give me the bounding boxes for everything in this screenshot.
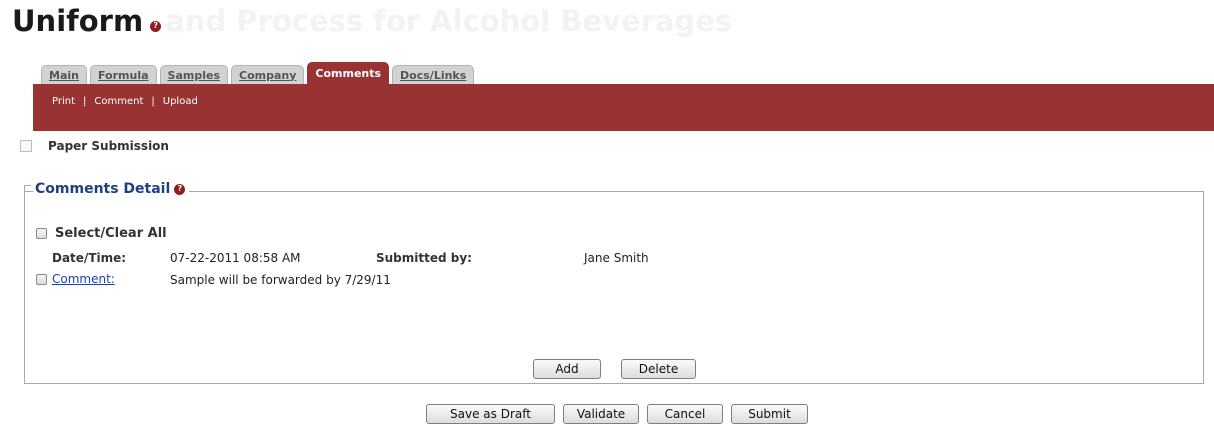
comment-row-checkbox[interactable] [36, 274, 47, 285]
validate-button[interactable]: Validate [563, 404, 639, 424]
delete-button[interactable]: Delete [621, 359, 696, 379]
tab-formula[interactable]: Formula [89, 65, 157, 84]
tab-bar: Main Formula Samples Company Comments Do… [41, 62, 477, 84]
select-all-checkbox[interactable] [36, 228, 47, 239]
paper-submission: Paper Submission [20, 139, 169, 153]
tab-company[interactable]: Company [231, 65, 305, 84]
print-link[interactable]: Print [52, 96, 75, 107]
comment-text: Sample will be forwarded by 7/29/11 [170, 273, 391, 287]
help-icon[interactable]: ? [174, 183, 186, 195]
subnav-bar: Print | Comment | Upload [33, 84, 1214, 131]
comments-detail-legend: Comments Detail ? [33, 181, 190, 197]
submit-button[interactable]: Submit [731, 404, 808, 424]
page-title-faded-text: and Process for Alcohol Beverages [165, 4, 733, 38]
tab-main[interactable]: Main [41, 65, 87, 84]
paper-submission-checkbox[interactable] [20, 140, 32, 152]
tab-samples[interactable]: Samples [159, 65, 228, 84]
page-title: Uniform ? and Process for Alcohol Bevera… [12, 4, 732, 38]
tab-docs-links[interactable]: Docs/Links [392, 65, 475, 84]
submitted-by-label: Submitted by: [376, 251, 472, 265]
submitted-by-value: Jane Smith [584, 251, 649, 265]
date-time-label: Date/Time: [52, 251, 127, 265]
help-icon[interactable]: ? [150, 20, 162, 32]
select-all: Select/Clear All [36, 226, 167, 241]
comments-detail-title: Comments Detail [35, 181, 171, 197]
paper-submission-label: Paper Submission [48, 139, 169, 153]
add-button[interactable]: Add [533, 359, 601, 379]
cancel-button[interactable]: Cancel [647, 404, 723, 424]
save-draft-button[interactable]: Save as Draft [426, 404, 555, 424]
subnav-separator: | [83, 96, 87, 107]
subnav-links: Print | Comment | Upload [52, 96, 198, 107]
select-all-label: Select/Clear All [55, 226, 167, 241]
page-title-text: Uniform [12, 4, 144, 38]
date-time-value: 07-22-2011 08:58 AM [170, 251, 301, 265]
comment-link[interactable]: Comment: [52, 272, 115, 286]
upload-link[interactable]: Upload [163, 96, 198, 107]
comments-detail-panel: Comments Detail ? Select/Clear All Date/… [24, 181, 1204, 384]
comment-link[interactable]: Comment [94, 96, 143, 107]
subnav-separator: | [151, 96, 155, 107]
tab-comments[interactable]: Comments [307, 62, 390, 84]
